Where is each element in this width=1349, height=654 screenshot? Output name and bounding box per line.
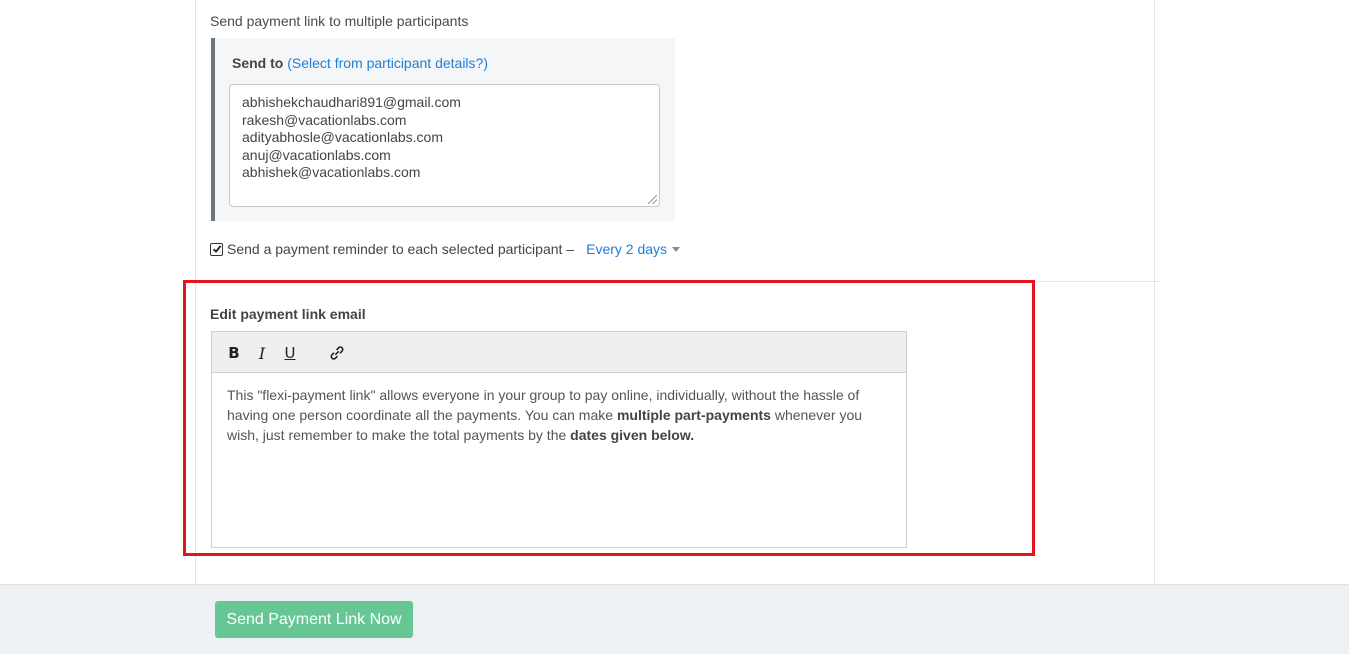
- edit-email-title: Edit payment link email: [210, 306, 366, 322]
- reminder-checkbox[interactable]: [210, 242, 223, 256]
- email-line: anuj@vacationlabs.com: [242, 146, 391, 163]
- send-to-label: Send to: [232, 55, 284, 71]
- send-payment-link-button[interactable]: Send Payment Link Now: [215, 601, 413, 638]
- reminder-row: Send a payment reminder to each selected…: [210, 240, 681, 258]
- reminder-label: Send a payment reminder to each selected…: [227, 241, 575, 257]
- email-line: rakesh@vacationlabs.com: [242, 111, 407, 128]
- email-line: abhishek@vacationlabs.com: [242, 164, 421, 180]
- content-border-right: [1154, 0, 1155, 584]
- footer-bar: Send Payment Link Now: [0, 584, 1349, 654]
- send-to-panel: Send to (Select from participant details…: [211, 38, 675, 221]
- select-participants-link[interactable]: (Select from participant details?): [287, 55, 488, 71]
- page: Send payment link to multiple participan…: [0, 0, 1349, 654]
- underline-button[interactable]: U: [281, 343, 299, 363]
- send-to-label-row: Send to (Select from participant details…: [232, 55, 488, 71]
- link-icon: [330, 346, 344, 360]
- email-line: adityabhosle@vacationlabs.com: [242, 129, 443, 145]
- recipient-emails-textarea[interactable]: abhishekchaudhari891@gmail.com rakesh@va…: [229, 84, 660, 207]
- email-body-bold: multiple part-payments: [616, 407, 771, 423]
- email-body-bold: dates given below.: [570, 427, 695, 443]
- reminder-frequency-dropdown[interactable]: Every 2 days: [586, 241, 681, 257]
- italic-button[interactable]: I: [253, 343, 271, 363]
- link-button[interactable]: [328, 343, 346, 363]
- caret-down-icon: [672, 246, 681, 252]
- check-icon: [212, 245, 221, 253]
- editor-toolbar: B I U: [212, 332, 906, 373]
- resize-handle[interactable]: [648, 195, 657, 204]
- reminder-frequency-value: Every 2 days: [586, 241, 668, 257]
- multi-send-title: Send payment link to multiple participan…: [210, 13, 469, 29]
- bold-button[interactable]: B: [225, 343, 243, 363]
- email-line: abhishekchaudhari891@gmail.com: [242, 94, 461, 110]
- email-body[interactable]: This "flexi-payment link" allows everyon…: [212, 373, 906, 457]
- email-editor: B I U This "flexi-payment link" allows e…: [211, 331, 907, 548]
